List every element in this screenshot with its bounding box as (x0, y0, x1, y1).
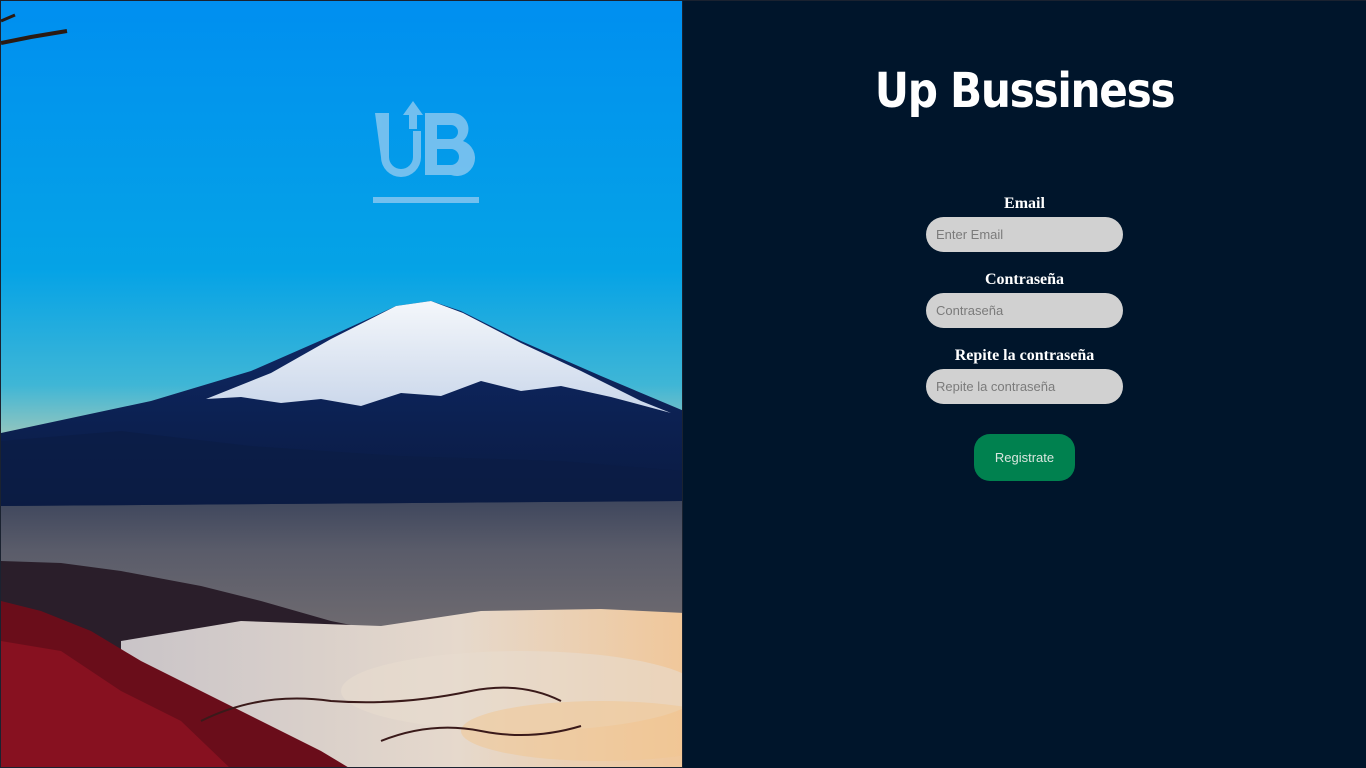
ub-logo (367, 99, 483, 211)
ub-logo-mark (373, 101, 479, 203)
password-label: Contraseña (984, 271, 1065, 288)
hero-image (0, 0, 683, 768)
register-button[interactable]: Registrate (974, 434, 1075, 481)
email-field[interactable] (926, 217, 1123, 252)
email-label: Email (1004, 195, 1045, 212)
confirm-password-label: Repite la contraseña (954, 347, 1095, 364)
password-field[interactable] (926, 293, 1123, 328)
mountain-landscape (1, 1, 682, 767)
register-panel: Up Bussiness Email Contraseña Repite la … (683, 0, 1366, 768)
confirm-password-field[interactable] (926, 369, 1123, 404)
brand-title: Up Bussiness (874, 63, 1176, 119)
